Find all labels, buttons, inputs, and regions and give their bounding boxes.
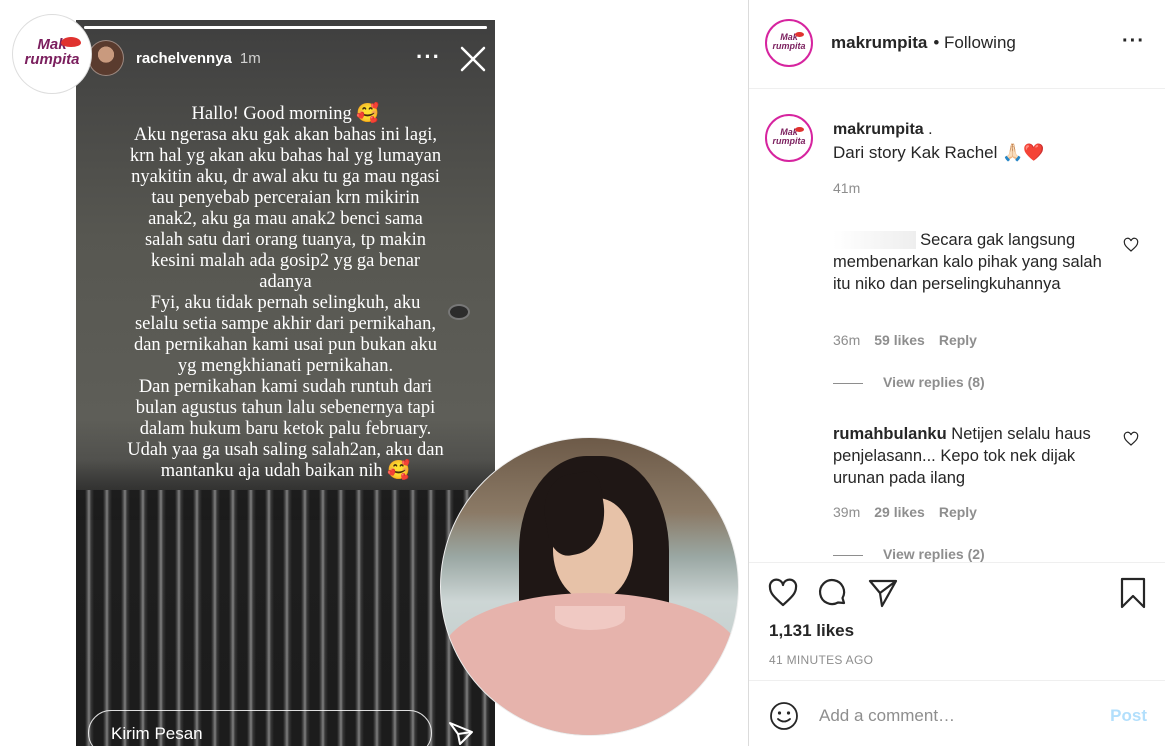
- heart-icon[interactable]: [1123, 431, 1139, 447]
- story-reply-input[interactable]: Kirim Pesan: [88, 710, 432, 746]
- avatar-logo-text: Mak rumpita: [772, 127, 806, 146]
- story-screenshot: rachelvennya 1m ··· Hallo! Good morning 🥰…: [76, 20, 495, 746]
- logo-line2: rumpita: [24, 51, 80, 68]
- lips-icon: [795, 127, 804, 132]
- comment-meta: 39m 29 likes Reply: [833, 504, 977, 520]
- reply-button[interactable]: Reply: [939, 332, 977, 348]
- post-sidebar: Mak rumpita makrumpita • Following ··· Mak…: [748, 0, 1165, 746]
- post-actions: 1,131 likes 41 MINUTES AGO: [749, 562, 1165, 681]
- comment-time: 36m: [833, 332, 861, 348]
- emoji-icon[interactable]: [769, 701, 799, 731]
- story-progress-fill: [84, 26, 487, 29]
- post-media: rachelvennya 1m ··· Hallo! Good morning 🥰…: [0, 0, 748, 746]
- view-replies-button[interactable]: View replies (8): [833, 374, 985, 390]
- story-username-row[interactable]: rachelvennya 1m: [136, 50, 261, 67]
- caption-username[interactable]: makrumpita: [833, 121, 924, 138]
- close-icon[interactable]: [460, 46, 486, 72]
- comment-time: 39m: [833, 504, 861, 520]
- comment-meta: 36m 59 likes Reply: [833, 332, 977, 348]
- post-header: Mak rumpita makrumpita • Following ···: [749, 0, 1165, 89]
- comment-item: rumahbulanku Netijen selalu haus penjela…: [833, 423, 1103, 489]
- header-username[interactable]: makrumpita: [831, 33, 927, 52]
- avatar-logo-text: Mak rumpita: [772, 32, 806, 51]
- caption-avatar[interactable]: Mak rumpita: [765, 114, 813, 162]
- story-time: 1m: [239, 50, 261, 67]
- view-replies-label[interactable]: View replies (2): [883, 546, 985, 562]
- post-time[interactable]: 41 MINUTES AGO: [769, 653, 873, 667]
- comment-likes[interactable]: 59 likes: [874, 332, 925, 348]
- comment-icon[interactable]: [817, 577, 849, 609]
- divider: [833, 382, 863, 384]
- comment-item: xxxxxxxxxx Secara gak langsung membenark…: [833, 229, 1103, 295]
- header-user: makrumpita • Following: [831, 33, 1016, 53]
- comment-likes[interactable]: 29 likes: [874, 504, 925, 520]
- portrait-collar: [555, 606, 625, 630]
- story-progress-bar: [84, 26, 487, 29]
- divider: [833, 554, 863, 556]
- caption-time: 41m: [833, 180, 861, 196]
- comment-input[interactable]: Add a comment…: [819, 706, 955, 726]
- reply-button[interactable]: Reply: [939, 504, 977, 520]
- comment-username[interactable]: rumahbulanku: [833, 425, 947, 443]
- comments-list[interactable]: Mak rumpita makrumpita . Dari story Kak R…: [749, 89, 1165, 562]
- follow-status[interactable]: • Following: [933, 33, 1016, 52]
- heart-icon[interactable]: [767, 577, 799, 609]
- more-options-icon[interactable]: ···: [1122, 30, 1145, 53]
- view-replies-label[interactable]: View replies (8): [883, 374, 985, 390]
- story-text: Hallo! Good morning 🥰 Aku ngerasa aku ga…: [127, 104, 444, 481]
- caption-suffix: .: [928, 121, 933, 138]
- lips-icon: [61, 37, 81, 47]
- story-username[interactable]: rachelvennya: [136, 50, 232, 67]
- more-icon[interactable]: ···: [416, 44, 441, 70]
- add-comment-bar: Add a comment… Post: [749, 680, 1165, 747]
- ceiling-sensor: [448, 304, 470, 320]
- caption-text: Dari story Kak Rachel 🙏🏻❤️: [833, 143, 1045, 162]
- caption-user: makrumpita .: [833, 121, 933, 139]
- post-button[interactable]: Post: [1110, 706, 1147, 726]
- story-background-blinds: [76, 490, 495, 746]
- story-avatar[interactable]: [88, 40, 124, 76]
- rachel-portrait-photo: [440, 437, 739, 736]
- makrumpita-logo: Mak rumpita: [12, 14, 92, 94]
- likes-count[interactable]: 1,131 likes: [769, 621, 854, 641]
- share-icon[interactable]: [867, 577, 899, 609]
- heart-icon[interactable]: [1123, 237, 1139, 253]
- view-replies-button[interactable]: View replies (2): [833, 546, 985, 562]
- avatar[interactable]: Mak rumpita: [765, 19, 813, 67]
- bookmark-icon[interactable]: [1117, 577, 1149, 609]
- lips-icon: [795, 32, 804, 37]
